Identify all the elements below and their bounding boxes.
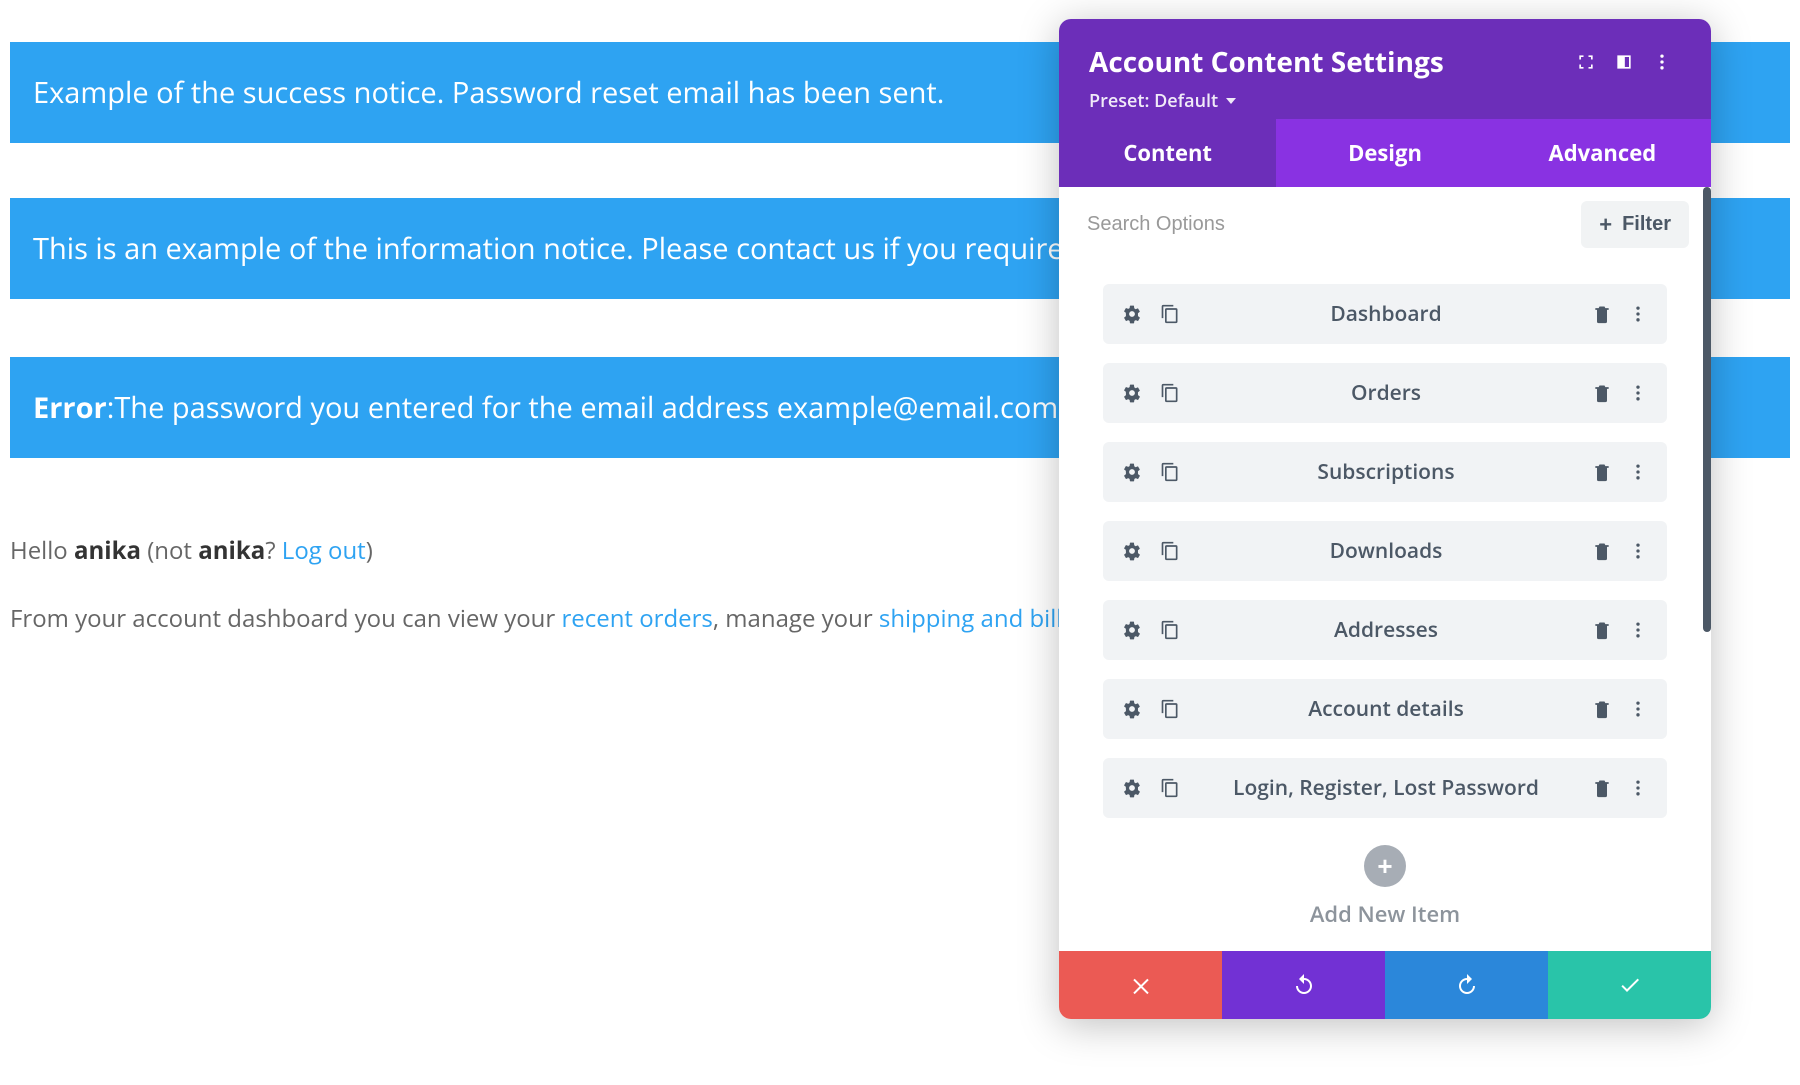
panel-tabs: Content Design Advanced — [1059, 119, 1711, 187]
duplicate-icon[interactable] — [1159, 382, 1181, 404]
trash-icon[interactable] — [1591, 382, 1613, 404]
undo-button[interactable] — [1222, 951, 1385, 1019]
item-card[interactable]: Dashboard — [1103, 284, 1667, 344]
item-card[interactable]: Downloads — [1103, 521, 1667, 581]
trash-icon[interactable] — [1591, 698, 1613, 720]
panel-scrollbar[interactable] — [1703, 187, 1711, 632]
save-button[interactable] — [1548, 951, 1711, 1019]
gear-icon[interactable] — [1121, 303, 1143, 325]
chevron-down-icon — [1226, 98, 1236, 104]
logout-link[interactable]: Log out — [282, 534, 366, 567]
redo-button[interactable] — [1385, 951, 1548, 1019]
cancel-button[interactable] — [1059, 951, 1222, 1019]
add-item-label: Add New Item — [1059, 899, 1711, 929]
settings-panel-header: Account Content Settings Preset: Default — [1059, 19, 1711, 119]
item-label: Dashboard — [1181, 300, 1591, 328]
more-icon[interactable] — [1627, 303, 1649, 325]
item-label: Orders — [1181, 379, 1591, 407]
item-label: Downloads — [1181, 537, 1591, 565]
panel-body: +Filter Dashboard Orders Subscriptions Down… — [1059, 187, 1711, 951]
item-card[interactable]: Account details — [1103, 679, 1667, 739]
item-label: Login, Register, Lost Password — [1181, 774, 1591, 802]
duplicate-icon[interactable] — [1159, 303, 1181, 325]
trash-icon[interactable] — [1591, 619, 1613, 641]
gear-icon[interactable] — [1121, 461, 1143, 483]
panel-footer — [1059, 951, 1711, 1019]
duplicate-icon[interactable] — [1159, 540, 1181, 562]
gear-icon[interactable] — [1121, 619, 1143, 641]
add-item-button[interactable]: + — [1364, 845, 1406, 887]
add-item-section: + Add New Item — [1059, 837, 1711, 951]
recent-orders-link[interactable]: recent orders — [561, 602, 712, 635]
more-icon[interactable] — [1627, 698, 1649, 720]
gear-icon[interactable] — [1121, 382, 1143, 404]
preset-dropdown[interactable]: Preset: Default — [1089, 89, 1236, 113]
more-icon[interactable] — [1627, 540, 1649, 562]
item-label: Addresses — [1181, 616, 1591, 644]
tab-content[interactable]: Content — [1059, 119, 1276, 187]
panel-title: Account Content Settings — [1089, 43, 1567, 81]
expand-icon[interactable] — [1567, 43, 1605, 81]
item-card[interactable]: Login, Register, Lost Password — [1103, 758, 1667, 818]
items-list: Dashboard Orders Subscriptions Downloads Add… — [1059, 262, 1711, 818]
trash-icon[interactable] — [1591, 540, 1613, 562]
more-icon[interactable] — [1643, 43, 1681, 81]
snap-icon[interactable] — [1605, 43, 1643, 81]
duplicate-icon[interactable] — [1159, 619, 1181, 641]
tab-advanced[interactable]: Advanced — [1494, 119, 1711, 187]
gear-icon[interactable] — [1121, 540, 1143, 562]
filter-button[interactable]: +Filter — [1581, 201, 1689, 248]
search-row: +Filter — [1059, 187, 1711, 262]
plus-icon: + — [1599, 214, 1612, 236]
item-card[interactable]: Subscriptions — [1103, 442, 1667, 502]
item-label: Account details — [1181, 695, 1591, 723]
duplicate-icon[interactable] — [1159, 698, 1181, 720]
error-text: :The password you entered for the email … — [107, 388, 1223, 427]
item-card[interactable]: Orders — [1103, 363, 1667, 423]
gear-icon[interactable] — [1121, 777, 1143, 799]
more-icon[interactable] — [1627, 777, 1649, 799]
duplicate-icon[interactable] — [1159, 461, 1181, 483]
more-icon[interactable] — [1627, 382, 1649, 404]
settings-panel: Account Content Settings Preset: Default… — [1059, 19, 1711, 1019]
item-card[interactable]: Addresses — [1103, 600, 1667, 660]
trash-icon[interactable] — [1591, 461, 1613, 483]
trash-icon[interactable] — [1591, 777, 1613, 799]
trash-icon[interactable] — [1591, 303, 1613, 325]
more-icon[interactable] — [1627, 461, 1649, 483]
item-label: Subscriptions — [1181, 458, 1591, 486]
error-label: Error — [33, 388, 107, 427]
more-icon[interactable] — [1627, 619, 1649, 641]
gear-icon[interactable] — [1121, 698, 1143, 720]
duplicate-icon[interactable] — [1159, 777, 1181, 799]
tab-design[interactable]: Design — [1276, 119, 1493, 187]
search-input[interactable] — [1081, 203, 1581, 246]
